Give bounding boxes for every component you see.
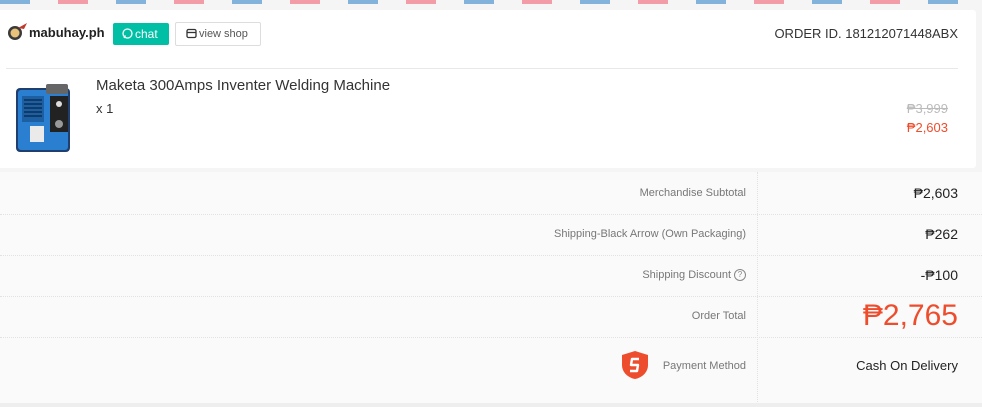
shipping-value: ₱262 (925, 226, 958, 242)
subtotal-label: Merchandise Subtotal (639, 187, 746, 199)
chat-button[interactable]: chat (113, 23, 169, 45)
order-summary: Merchandise Subtotal ₱2,603 Shipping-Bla… (0, 172, 982, 404)
chat-label: chat (135, 27, 158, 41)
payment-method-value: Cash On Delivery (856, 358, 958, 373)
shop-header: mabuhay.ph chat view shop ORDER ID. 1812… (6, 22, 958, 69)
product-image[interactable] (10, 74, 80, 154)
view-shop-label: view shop (199, 28, 248, 40)
product-quantity: x 1 (96, 101, 114, 116)
shipping-label: Shipping-Black Arrow (Own Packaging) (554, 228, 746, 240)
discounted-price: ₱2,603 (906, 120, 948, 135)
order-total-value: ₱2,765 (862, 299, 958, 332)
order-total-row: Order Total ₱2,765 (0, 296, 982, 338)
payment-method-label: Payment Method (662, 360, 746, 372)
payment-method-row: Payment Method Cash On Delivery (0, 337, 982, 403)
help-icon[interactable]: ? (734, 269, 746, 282)
chat-icon (122, 28, 133, 39)
shop-name[interactable]: mabuhay.ph (29, 25, 105, 40)
shipping-discount-value: -₱100 (920, 267, 958, 283)
product-name[interactable]: Maketa 300Amps Inventer Welding Machine (96, 77, 390, 94)
subtotal-row: Merchandise Subtotal ₱2,603 (0, 172, 982, 215)
view-shop-button[interactable]: view shop (175, 22, 261, 46)
shipping-row: Shipping-Black Arrow (Own Packaging) ₱26… (0, 214, 982, 256)
shield-icon (622, 351, 648, 379)
bottom-border (0, 403, 982, 407)
envelope-stripe (0, 0, 982, 4)
order-id: ORDER ID. 181212071448ABX (774, 26, 958, 41)
shipping-discount-label-group: Shipping Discount? (642, 269, 746, 282)
shop-logo-icon (8, 23, 27, 40)
original-price: ₱3,999 (906, 101, 948, 116)
order-total-label: Order Total (691, 310, 746, 322)
subtotal-value: ₱2,603 (913, 185, 958, 201)
shop-icon (186, 28, 197, 39)
shipping-discount-row: Shipping Discount? -₱100 (0, 255, 982, 297)
shipping-discount-label: Shipping Discount (642, 269, 731, 281)
